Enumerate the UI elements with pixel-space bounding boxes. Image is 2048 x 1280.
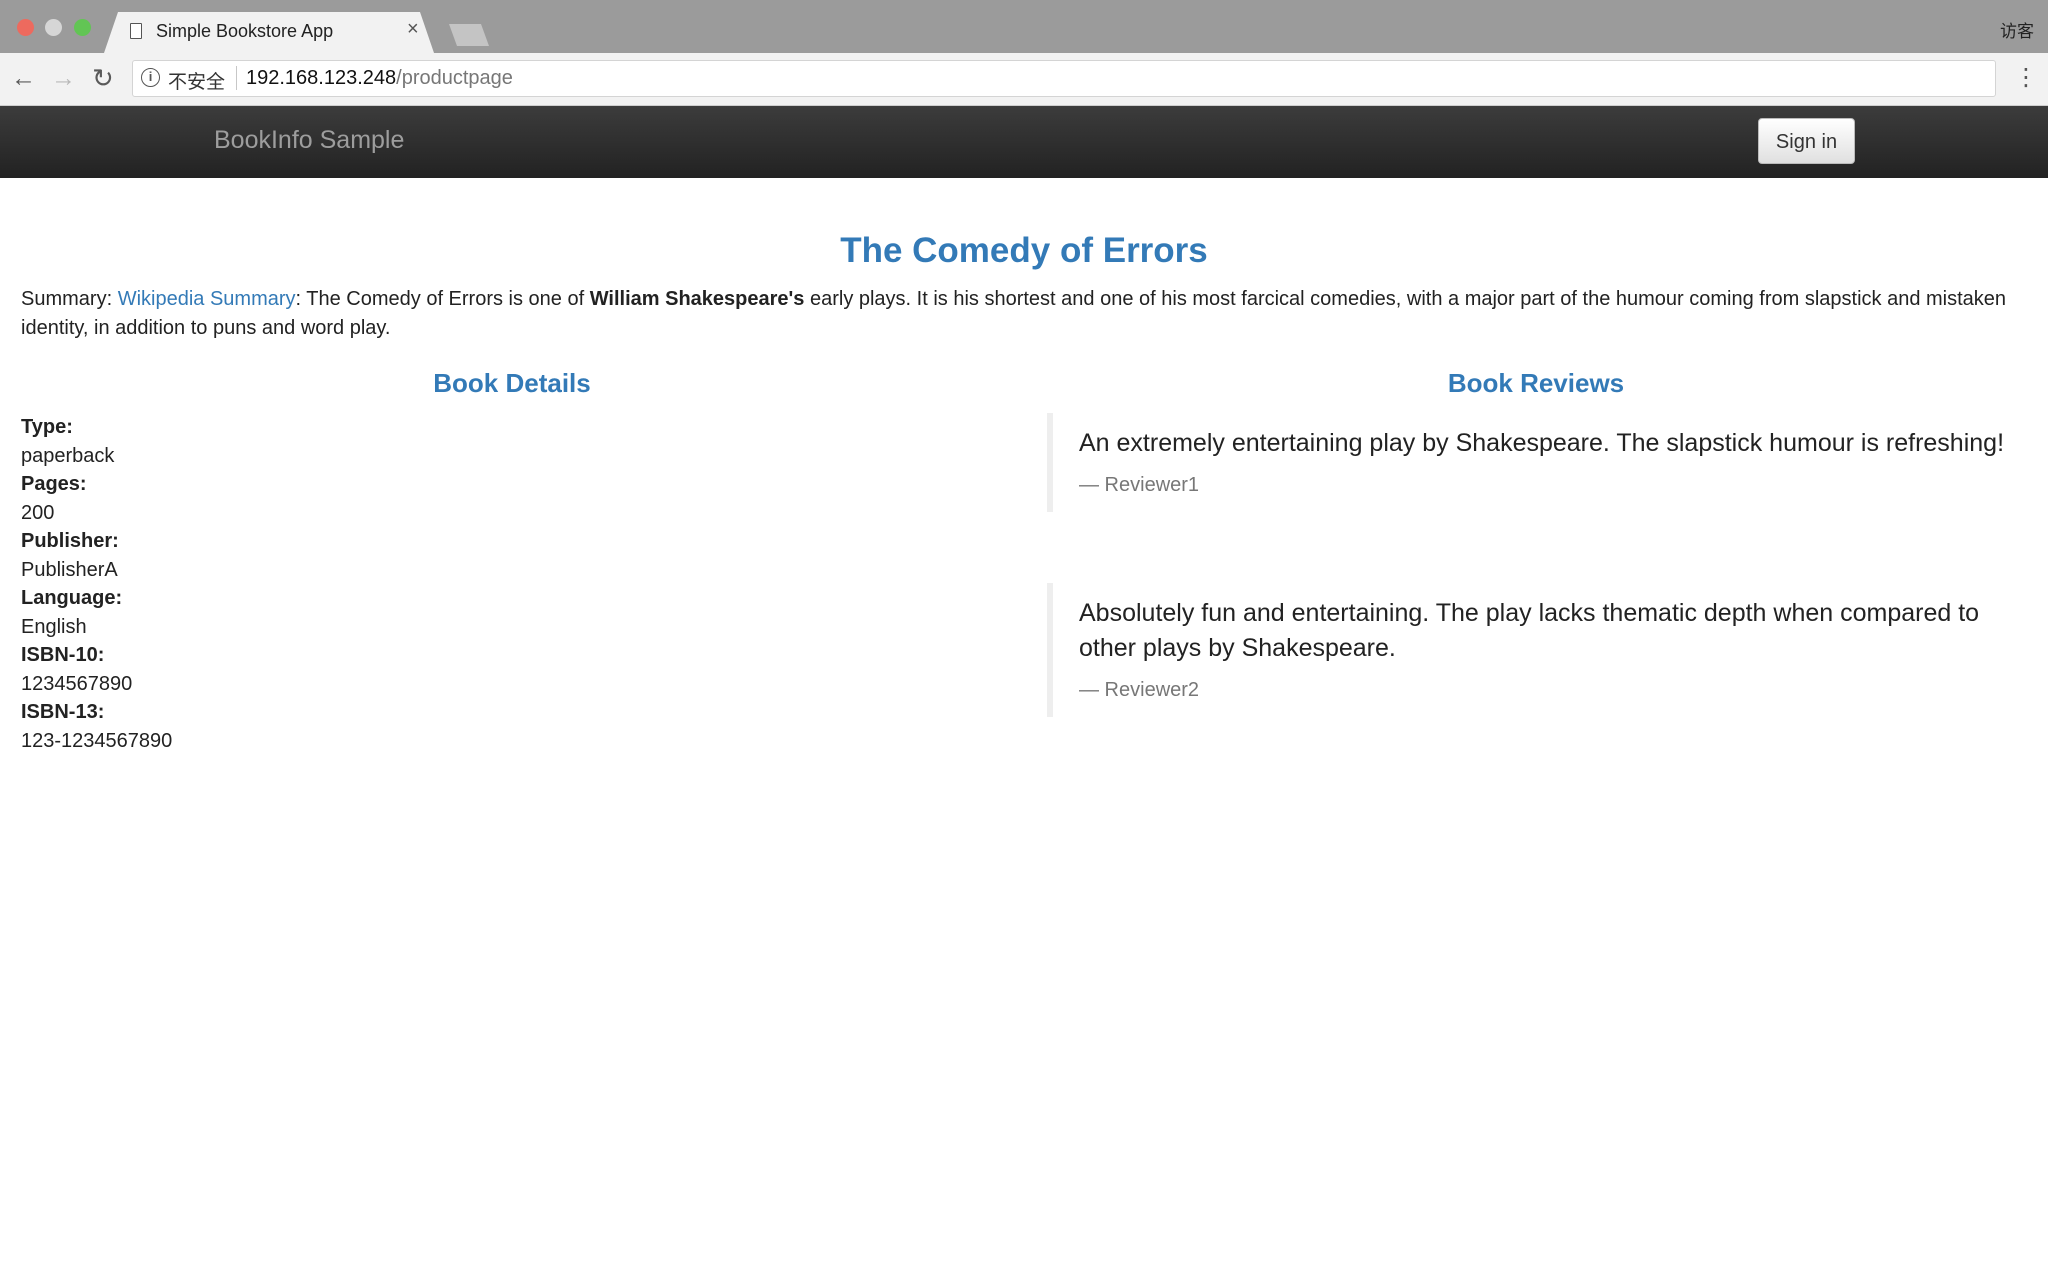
tab-title: Simple Bookstore App: [156, 21, 334, 41]
summary-author: William Shakespeare's: [589, 288, 805, 310]
sign-in-button[interactable]: Sign in: [1758, 118, 1855, 164]
detail-value-type: paperback: [21, 444, 115, 467]
detail-value-isbn13: 123-1234567890: [21, 729, 173, 752]
detail-label-isbn13: ISBN-13:: [21, 701, 105, 723]
back-arrow-icon[interactable]: ←: [11, 63, 36, 93]
book-details-list: Type: paperback Pages: 200 Publisher: Pu…: [21, 413, 172, 755]
reload-icon[interactable]: ↻: [92, 63, 114, 93]
url-path: /productpage: [396, 67, 513, 89]
detail-label-language: Language:: [21, 587, 123, 609]
guest-profile-label[interactable]: 访客: [2000, 17, 2034, 42]
detail-value-language: English: [21, 615, 87, 638]
url-host: 192.168.123.248: [246, 67, 397, 89]
summary-label: Summary:: [21, 288, 118, 310]
detail-value-pages: 200: [21, 501, 55, 524]
page-title: The Comedy of Errors: [840, 231, 1208, 270]
security-status[interactable]: 不安全: [168, 67, 225, 94]
product-summary: Summary: Wikipedia Summary: The Comedy o…: [21, 285, 2031, 343]
review-item: An extremely entertaining play by Shakes…: [1047, 413, 2017, 512]
book-details-heading: Book Details: [433, 368, 591, 398]
browser-menu-icon[interactable]: ⋮: [2014, 64, 2038, 92]
detail-label-publisher: Publisher:: [21, 530, 119, 552]
detail-value-publisher: PublisherA: [21, 558, 118, 581]
review-item: Absolutely fun and entertaining. The pla…: [1047, 583, 2017, 717]
tab-close-icon[interactable]: ×: [407, 19, 419, 39]
detail-label-pages: Pages:: [21, 473, 87, 495]
maximize-window-button[interactable]: [74, 19, 91, 36]
detail-label-isbn10: ISBN-10:: [21, 644, 105, 666]
page-icon: [130, 23, 142, 39]
minimize-window-button[interactable]: [45, 19, 62, 36]
wikipedia-summary-link[interactable]: Wikipedia Summary: [118, 288, 296, 310]
close-window-button[interactable]: [17, 19, 34, 36]
forward-arrow-icon[interactable]: →: [51, 63, 76, 93]
detail-label-type: Type:: [21, 416, 73, 438]
detail-value-isbn10: 1234567890: [21, 672, 133, 695]
address-divider: [236, 66, 237, 90]
reviewer-name: — Reviewer2: [1079, 679, 1200, 701]
review-text: Absolutely fun and entertaining. The pla…: [1079, 599, 1980, 662]
info-icon[interactable]: i: [141, 68, 160, 87]
reviewer-name: — Reviewer1: [1079, 474, 1200, 496]
brand-link[interactable]: BookInfo Sample: [214, 126, 404, 155]
summary-text-1: : The Comedy of Errors is one of: [295, 288, 590, 310]
review-text: An extremely entertaining play by Shakes…: [1079, 429, 2005, 457]
book-reviews-heading: Book Reviews: [1447, 368, 1625, 398]
url-text[interactable]: 192.168.123.248/productpage: [246, 67, 513, 90]
